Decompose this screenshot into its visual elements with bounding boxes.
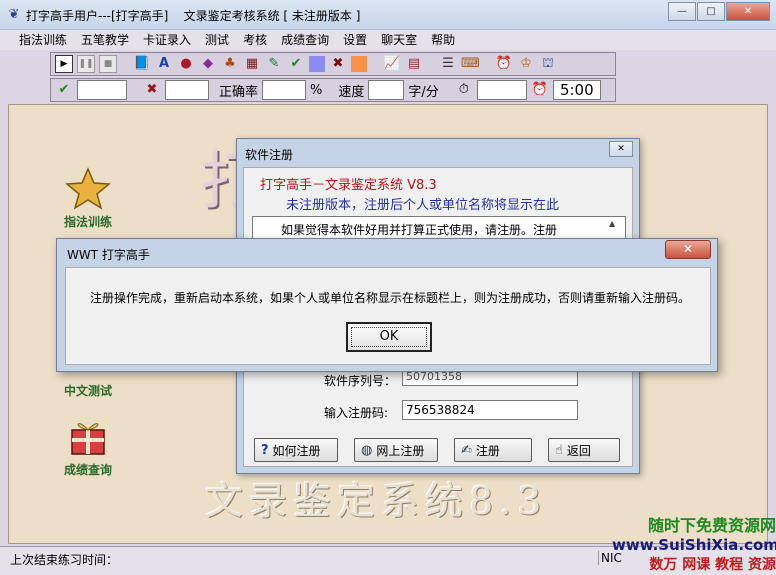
menu-card-entry[interactable]: 卡证录入 — [136, 30, 198, 50]
registration-subheading: 未注册版本，注册后个人或单位名称将显示在此 — [286, 198, 560, 213]
sidebar-label: 中文测试 — [63, 384, 112, 398]
window-title: 打字高手用户---[打字高手] 文录鉴定考核系统 [ 未注册版本 ] — [26, 9, 361, 23]
message-dialog-body: 注册操作完成，重新启动本系统，如果个人或单位名称显示在标题栏上，则为注册成功，否… — [65, 267, 711, 365]
toolbar-main: ▶ ❚❚ ■ 📘 A ● ◆ ♣ ▦ ✎ ✔ ✖ 📈 ▤ ☰ ⌨ ⏰ ♔ ⛫ — [50, 52, 616, 76]
return-label: 返回 — [566, 443, 591, 458]
star-icon — [65, 167, 111, 210]
menu-settings[interactable]: 设置 — [336, 30, 374, 50]
speed-field — [368, 80, 405, 100]
sidebar-label: 成绩查询 — [63, 463, 112, 477]
watermark-line-3: 数万 网课 教程 资源 — [649, 557, 776, 573]
toolbar-area: ▶ ❚❚ ■ 📘 A ● ◆ ♣ ▦ ✎ ✔ ✖ 📈 ▤ ☰ ⌨ ⏰ ♔ ⛫ ✔… — [0, 50, 776, 150]
registration-button-row: ? 如何注册 ◍ 网上注册 ✍ 注册 ☝ 返回 — [254, 438, 620, 462]
cross-icon[interactable]: ✖ — [329, 55, 347, 73]
palette-icon[interactable]: ◆ — [199, 55, 217, 73]
menu-bar: 指法训练 五笔教学 卡证录入 测试 考核 成绩查询 设置 聊天室 帮助 — [0, 30, 776, 50]
focus-ring — [351, 327, 427, 347]
calendar-icon[interactable]: ▦ — [243, 55, 261, 73]
globe-icon: ◍ — [361, 442, 373, 458]
hand-icon: ☝ — [555, 442, 563, 458]
message-dialog: WWT 打字高手 ✕ 注册操作完成，重新启动本系统，如果个人或单位名称显示在标题… — [56, 238, 718, 372]
registration-notice-text: 如果觉得本软件好用并打算正式使用，请注册。注册 — [281, 223, 558, 237]
serial-label: 软件序列号： — [324, 374, 397, 388]
message-dialog-title: WWT 打字高手 — [67, 248, 150, 262]
menu-fingering[interactable]: 指法训练 — [12, 30, 74, 50]
message-text: 注册操作完成，重新启动本系统，如果个人或单位名称显示在标题栏上，则为注册成功，否… — [90, 291, 691, 305]
gift-icon — [71, 423, 105, 455]
ok-button[interactable]: OK — [346, 322, 432, 352]
play-icon[interactable]: ▶ — [55, 55, 73, 73]
speed-label: 速度 — [338, 84, 365, 100]
user-icon[interactable]: ♔ — [517, 55, 535, 73]
correct-count-field — [77, 80, 127, 100]
check-icon[interactable]: ✔ — [287, 55, 305, 73]
scroll-up-icon[interactable]: ▲ — [609, 219, 623, 228]
register-label: 注册 — [475, 443, 500, 458]
last-practice-status: 上次结束练习时间： — [10, 553, 119, 567]
registration-code-label: 输入注册码: — [324, 406, 389, 420]
toolbar-stats: ✔ ✖ 正确率 % 速度 字/分 ⏱ ⏰ 5:00 — [50, 78, 616, 102]
how-to-register-label: 如何注册 — [272, 443, 321, 458]
menu-exam[interactable]: 考核 — [236, 30, 274, 50]
correct-check-icon: ✔ — [58, 82, 70, 97]
timer-alarm-icon: ⏰ — [531, 82, 548, 97]
registration-dialog-title: 软件注册 — [245, 148, 294, 162]
close-button[interactable]: ✕ — [726, 2, 770, 21]
grid-icon[interactable]: ▤ — [405, 55, 423, 73]
menu-test[interactable]: 测试 — [198, 30, 236, 50]
color-icon[interactable]: ● — [177, 55, 195, 73]
sidebar-label: 指法训练 — [63, 215, 112, 229]
chart-icon[interactable]: 📈 — [383, 55, 401, 73]
window-controls: — □ ✕ — [667, 2, 770, 21]
percent-unit: % — [310, 82, 323, 98]
register-button[interactable]: ✍ 注册 — [454, 438, 532, 462]
accuracy-field — [262, 80, 307, 100]
pause-icon[interactable]: ❚❚ — [77, 55, 95, 73]
error-cross-icon: ✖ — [146, 82, 158, 97]
online-register-button[interactable]: ◍ 网上注册 — [354, 438, 438, 462]
online-register-label: 网上注册 — [376, 443, 425, 458]
timer-value: 5:00 — [552, 80, 601, 100]
menu-chat[interactable]: 聊天室 — [374, 30, 424, 50]
list-icon[interactable]: ☰ — [439, 55, 457, 73]
window-titlebar: ❦ 打字高手用户---[打字高手] 文录鉴定考核系统 [ 未注册版本 ] — □… — [0, 0, 776, 30]
accuracy-label: 正确率 — [219, 84, 259, 100]
how-to-register-button[interactable]: ? 如何注册 — [254, 438, 338, 462]
background-title: 文录鉴定系统8.3 — [205, 479, 548, 523]
edit-icon[interactable]: ✎ — [265, 55, 283, 73]
keyboard-icon[interactable]: ⌨ — [461, 55, 480, 73]
site-watermark: 随时下免费资源网 www.SuiShiXia.com 数万 网课 教程 资源 — [612, 512, 776, 574]
minimize-button[interactable]: — — [668, 2, 696, 21]
registration-dialog-close-button[interactable]: ✕ — [609, 141, 633, 157]
exit-icon[interactable]: ⛫ — [539, 55, 557, 73]
font-icon[interactable]: A — [155, 55, 173, 73]
menu-wubi[interactable]: 五笔教学 — [74, 30, 136, 50]
menu-scores[interactable]: 成绩查询 — [274, 30, 336, 50]
stop-icon[interactable]: ■ — [99, 55, 117, 73]
return-button[interactable]: ☝ 返回 — [548, 438, 620, 462]
menu-help[interactable]: 帮助 — [424, 30, 462, 50]
maximize-button[interactable]: □ — [697, 2, 725, 21]
sidebar-scores-button[interactable]: 成绩查询 — [52, 414, 124, 478]
registration-code-input[interactable]: 756538824 — [402, 400, 578, 420]
error-count-field — [165, 80, 209, 100]
correct-color-swatch[interactable] — [309, 56, 325, 72]
stopwatch-icon: ⏱ — [458, 82, 469, 97]
elapsed-field — [476, 80, 527, 100]
watermark-line-2: www.SuiShiXia.com — [612, 536, 776, 554]
alarm-icon[interactable]: ⏰ — [495, 55, 513, 73]
book-icon[interactable]: 📘 — [133, 55, 151, 73]
app-icon: ❦ — [8, 7, 20, 22]
people-icon[interactable]: ♣ — [221, 55, 239, 73]
wrong-color-swatch[interactable] — [351, 56, 367, 72]
registration-heading: 打字高手－文录鉴定系统 V8.3 — [260, 178, 437, 193]
pen-icon: ✍ — [461, 442, 472, 458]
watermark-line-1: 随时下免费资源网 — [647, 516, 776, 535]
speed-unit: 字/分 — [408, 84, 439, 100]
sidebar-fingering-button[interactable]: 指法训练 — [52, 166, 124, 230]
question-icon: ? — [261, 442, 269, 458]
message-dialog-close-button[interactable]: ✕ — [665, 240, 711, 259]
